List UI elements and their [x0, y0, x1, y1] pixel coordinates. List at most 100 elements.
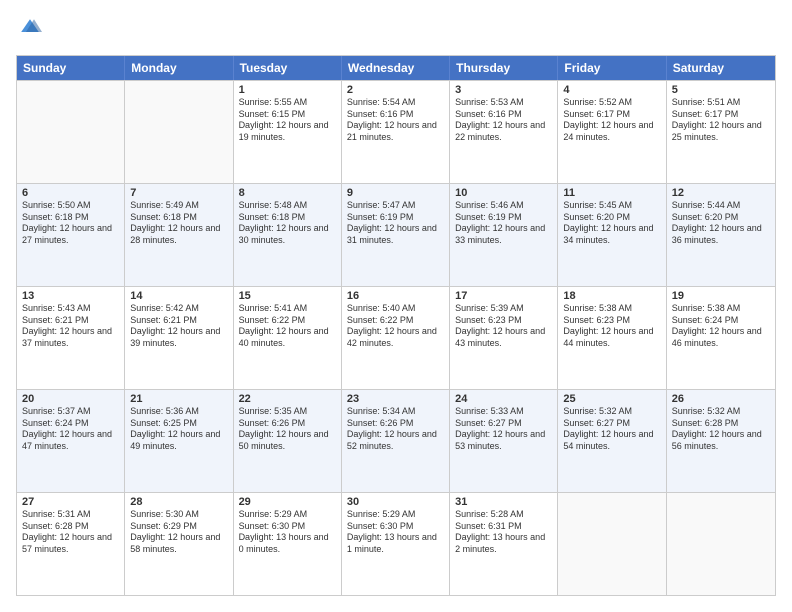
cell-daylight-info: Sunrise: 5:42 AM Sunset: 6:21 PM Dayligh…: [130, 303, 227, 350]
calendar-cell: 4Sunrise: 5:52 AM Sunset: 6:17 PM Daylig…: [558, 81, 666, 183]
calendar-cell: 7Sunrise: 5:49 AM Sunset: 6:18 PM Daylig…: [125, 184, 233, 286]
calendar-cell: 23Sunrise: 5:34 AM Sunset: 6:26 PM Dayli…: [342, 390, 450, 492]
cell-daylight-info: Sunrise: 5:38 AM Sunset: 6:24 PM Dayligh…: [672, 303, 770, 350]
day-number: 8: [239, 187, 336, 199]
day-number: 29: [239, 496, 336, 508]
cell-daylight-info: Sunrise: 5:35 AM Sunset: 6:26 PM Dayligh…: [239, 406, 336, 453]
day-number: 25: [563, 393, 660, 405]
cell-daylight-info: Sunrise: 5:29 AM Sunset: 6:30 PM Dayligh…: [239, 509, 336, 556]
day-number: 23: [347, 393, 444, 405]
day-number: 22: [239, 393, 336, 405]
cell-daylight-info: Sunrise: 5:54 AM Sunset: 6:16 PM Dayligh…: [347, 97, 444, 144]
cell-daylight-info: Sunrise: 5:49 AM Sunset: 6:18 PM Dayligh…: [130, 200, 227, 247]
cell-daylight-info: Sunrise: 5:43 AM Sunset: 6:21 PM Dayligh…: [22, 303, 119, 350]
calendar-row: 13Sunrise: 5:43 AM Sunset: 6:21 PM Dayli…: [17, 286, 775, 389]
day-number: 10: [455, 187, 552, 199]
day-number: 31: [455, 496, 552, 508]
logo: [16, 16, 42, 45]
cell-daylight-info: Sunrise: 5:34 AM Sunset: 6:26 PM Dayligh…: [347, 406, 444, 453]
day-number: 30: [347, 496, 444, 508]
day-number: 14: [130, 290, 227, 302]
calendar-cell: 28Sunrise: 5:30 AM Sunset: 6:29 PM Dayli…: [125, 493, 233, 595]
calendar-cell: 10Sunrise: 5:46 AM Sunset: 6:19 PM Dayli…: [450, 184, 558, 286]
day-number: 9: [347, 187, 444, 199]
day-number: 18: [563, 290, 660, 302]
calendar-row: 20Sunrise: 5:37 AM Sunset: 6:24 PM Dayli…: [17, 389, 775, 492]
cell-daylight-info: Sunrise: 5:45 AM Sunset: 6:20 PM Dayligh…: [563, 200, 660, 247]
cell-daylight-info: Sunrise: 5:47 AM Sunset: 6:19 PM Dayligh…: [347, 200, 444, 247]
weekday-header: Wednesday: [342, 56, 450, 80]
weekday-header: Saturday: [667, 56, 775, 80]
cell-daylight-info: Sunrise: 5:36 AM Sunset: 6:25 PM Dayligh…: [130, 406, 227, 453]
calendar-cell: 14Sunrise: 5:42 AM Sunset: 6:21 PM Dayli…: [125, 287, 233, 389]
cell-daylight-info: Sunrise: 5:46 AM Sunset: 6:19 PM Dayligh…: [455, 200, 552, 247]
day-number: 7: [130, 187, 227, 199]
cell-daylight-info: Sunrise: 5:52 AM Sunset: 6:17 PM Dayligh…: [563, 97, 660, 144]
calendar-cell: 16Sunrise: 5:40 AM Sunset: 6:22 PM Dayli…: [342, 287, 450, 389]
calendar-cell: 3Sunrise: 5:53 AM Sunset: 6:16 PM Daylig…: [450, 81, 558, 183]
cell-daylight-info: Sunrise: 5:32 AM Sunset: 6:27 PM Dayligh…: [563, 406, 660, 453]
day-number: 19: [672, 290, 770, 302]
day-number: 5: [672, 84, 770, 96]
day-number: 21: [130, 393, 227, 405]
calendar-cell: 25Sunrise: 5:32 AM Sunset: 6:27 PM Dayli…: [558, 390, 666, 492]
weekday-header: Sunday: [17, 56, 125, 80]
day-number: 2: [347, 84, 444, 96]
cell-daylight-info: Sunrise: 5:37 AM Sunset: 6:24 PM Dayligh…: [22, 406, 119, 453]
calendar: SundayMondayTuesdayWednesdayThursdayFrid…: [16, 55, 776, 596]
calendar-cell: 11Sunrise: 5:45 AM Sunset: 6:20 PM Dayli…: [558, 184, 666, 286]
cell-daylight-info: Sunrise: 5:44 AM Sunset: 6:20 PM Dayligh…: [672, 200, 770, 247]
day-number: 3: [455, 84, 552, 96]
weekday-header: Friday: [558, 56, 666, 80]
calendar-cell: 26Sunrise: 5:32 AM Sunset: 6:28 PM Dayli…: [667, 390, 775, 492]
cell-daylight-info: Sunrise: 5:48 AM Sunset: 6:18 PM Dayligh…: [239, 200, 336, 247]
calendar-row: 6Sunrise: 5:50 AM Sunset: 6:18 PM Daylig…: [17, 183, 775, 286]
calendar-cell: 30Sunrise: 5:29 AM Sunset: 6:30 PM Dayli…: [342, 493, 450, 595]
weekday-header: Tuesday: [234, 56, 342, 80]
cell-daylight-info: Sunrise: 5:30 AM Sunset: 6:29 PM Dayligh…: [130, 509, 227, 556]
calendar-cell: 6Sunrise: 5:50 AM Sunset: 6:18 PM Daylig…: [17, 184, 125, 286]
calendar-cell: 29Sunrise: 5:29 AM Sunset: 6:30 PM Dayli…: [234, 493, 342, 595]
cell-daylight-info: Sunrise: 5:33 AM Sunset: 6:27 PM Dayligh…: [455, 406, 552, 453]
day-number: 15: [239, 290, 336, 302]
cell-daylight-info: Sunrise: 5:31 AM Sunset: 6:28 PM Dayligh…: [22, 509, 119, 556]
cell-daylight-info: Sunrise: 5:39 AM Sunset: 6:23 PM Dayligh…: [455, 303, 552, 350]
calendar-cell: 18Sunrise: 5:38 AM Sunset: 6:23 PM Dayli…: [558, 287, 666, 389]
day-number: 26: [672, 393, 770, 405]
day-number: 16: [347, 290, 444, 302]
page-header: [16, 16, 776, 45]
calendar-cell: 22Sunrise: 5:35 AM Sunset: 6:26 PM Dayli…: [234, 390, 342, 492]
day-number: 6: [22, 187, 119, 199]
cell-daylight-info: Sunrise: 5:50 AM Sunset: 6:18 PM Dayligh…: [22, 200, 119, 247]
calendar-body: 1Sunrise: 5:55 AM Sunset: 6:15 PM Daylig…: [17, 80, 775, 595]
calendar-cell: 31Sunrise: 5:28 AM Sunset: 6:31 PM Dayli…: [450, 493, 558, 595]
calendar-cell: 13Sunrise: 5:43 AM Sunset: 6:21 PM Dayli…: [17, 287, 125, 389]
weekday-header: Thursday: [450, 56, 558, 80]
calendar-cell: 5Sunrise: 5:51 AM Sunset: 6:17 PM Daylig…: [667, 81, 775, 183]
calendar-cell: 2Sunrise: 5:54 AM Sunset: 6:16 PM Daylig…: [342, 81, 450, 183]
cell-daylight-info: Sunrise: 5:40 AM Sunset: 6:22 PM Dayligh…: [347, 303, 444, 350]
calendar-cell: 27Sunrise: 5:31 AM Sunset: 6:28 PM Dayli…: [17, 493, 125, 595]
day-number: 20: [22, 393, 119, 405]
day-number: 24: [455, 393, 552, 405]
calendar-row: 1Sunrise: 5:55 AM Sunset: 6:15 PM Daylig…: [17, 80, 775, 183]
calendar-cell: 19Sunrise: 5:38 AM Sunset: 6:24 PM Dayli…: [667, 287, 775, 389]
calendar-cell: 12Sunrise: 5:44 AM Sunset: 6:20 PM Dayli…: [667, 184, 775, 286]
calendar-row: 27Sunrise: 5:31 AM Sunset: 6:28 PM Dayli…: [17, 492, 775, 595]
logo-icon: [18, 16, 42, 40]
cell-daylight-info: Sunrise: 5:38 AM Sunset: 6:23 PM Dayligh…: [563, 303, 660, 350]
calendar-cell: 15Sunrise: 5:41 AM Sunset: 6:22 PM Dayli…: [234, 287, 342, 389]
day-number: 17: [455, 290, 552, 302]
cell-daylight-info: Sunrise: 5:28 AM Sunset: 6:31 PM Dayligh…: [455, 509, 552, 556]
day-number: 13: [22, 290, 119, 302]
day-number: 4: [563, 84, 660, 96]
calendar-cell: 1Sunrise: 5:55 AM Sunset: 6:15 PM Daylig…: [234, 81, 342, 183]
cell-daylight-info: Sunrise: 5:53 AM Sunset: 6:16 PM Dayligh…: [455, 97, 552, 144]
weekday-header: Monday: [125, 56, 233, 80]
calendar-cell: 20Sunrise: 5:37 AM Sunset: 6:24 PM Dayli…: [17, 390, 125, 492]
cell-daylight-info: Sunrise: 5:41 AM Sunset: 6:22 PM Dayligh…: [239, 303, 336, 350]
calendar-cell: 8Sunrise: 5:48 AM Sunset: 6:18 PM Daylig…: [234, 184, 342, 286]
cell-daylight-info: Sunrise: 5:32 AM Sunset: 6:28 PM Dayligh…: [672, 406, 770, 453]
day-number: 28: [130, 496, 227, 508]
cell-daylight-info: Sunrise: 5:55 AM Sunset: 6:15 PM Dayligh…: [239, 97, 336, 144]
